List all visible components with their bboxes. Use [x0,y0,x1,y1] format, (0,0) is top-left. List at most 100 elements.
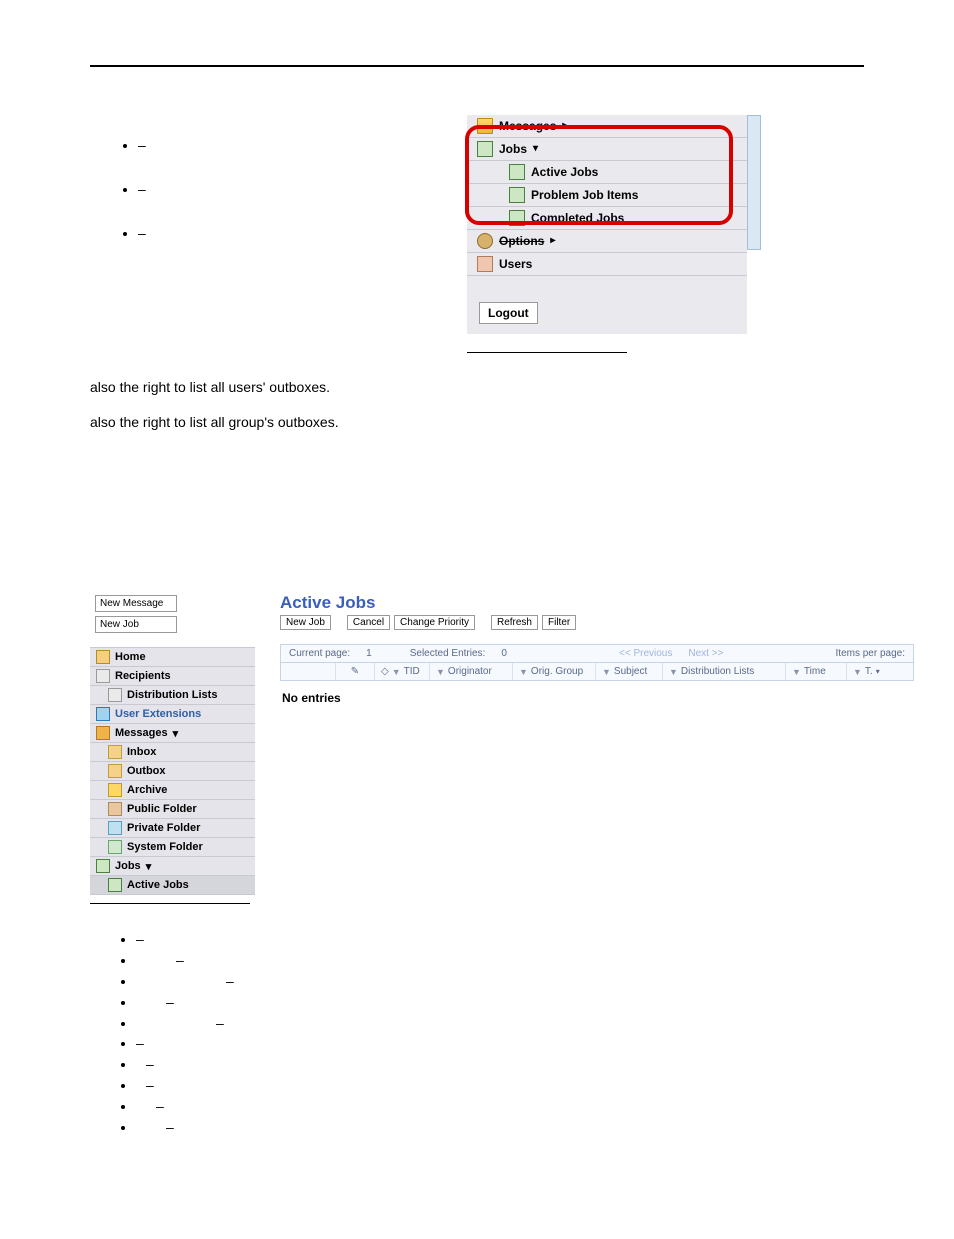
jobs-tree-screenshot: Messages ▸ Jobs ▾ Active Jobs Problem Jo… [467,115,747,334]
sidebar: New Message New Job Home Recipients Dist… [90,593,255,895]
menu-messages-label: Messages [115,727,168,739]
menu-messages[interactable]: Messages ▾ [90,724,255,743]
jobs-icon [509,210,525,226]
toolbar-filter[interactable]: Filter [542,615,576,630]
tree-messages[interactable]: Messages ▸ [467,115,747,138]
tree-completed-jobs[interactable]: Completed Jobs [467,207,747,230]
lb-7: – [136,1055,864,1074]
home-icon [96,650,110,664]
top-bullets: – – – [114,137,454,269]
menu-active-jobs[interactable]: Active Jobs [90,876,255,895]
scrollbar[interactable] [747,115,761,250]
col-subject[interactable]: ▼ Subject [595,663,662,680]
menu-private-folder-label: Private Folder [127,822,200,834]
menu-recipients[interactable]: Recipients [90,667,255,686]
tree-active-jobs[interactable]: Active Jobs [467,161,747,184]
logout-button[interactable]: Logout [479,302,538,324]
dash: – [166,994,174,1010]
current-page-label: Current page: [289,648,350,659]
toolbar: New Job Cancel Change Priority Refresh F… [280,615,914,630]
col-originator[interactable]: ▼ Originator [429,663,512,680]
lists-icon [108,688,122,702]
para-users-outboxes: also the right to list all users' outbox… [90,377,864,398]
toolbar-refresh[interactable]: Refresh [491,615,538,630]
pager-next[interactable]: Next >> [688,648,723,659]
tree-active-jobs-label: Active Jobs [531,165,598,179]
col-status-icon[interactable]: ✎ [335,663,374,680]
lb-1: – [136,930,864,949]
menu-private-folder[interactable]: Private Folder [90,819,255,838]
menu-home[interactable]: Home [90,648,255,667]
lb-3: – [136,972,864,991]
gear-icon [477,233,493,249]
tree-messages-label: Messages [499,119,556,133]
dash: – [136,931,144,947]
col-subject-label: Subject [614,666,647,677]
filter-icon: ▼ [792,667,801,677]
filter-icon: ▼ [669,667,678,677]
menu-system-folder-label: System Folder [127,841,203,853]
lb-8: – [136,1076,864,1095]
chevron-right-icon: ▸ [550,235,555,246]
menu-public-folder[interactable]: Public Folder [90,800,255,819]
lb-2: – [136,951,864,970]
menu-outbox[interactable]: Outbox [90,762,255,781]
dash: – [156,1098,164,1114]
outbox-icon [108,764,122,778]
toolbar-new-job[interactable]: New Job [280,615,331,630]
menu-system-folder[interactable]: System Folder [90,838,255,857]
tree-problem-jobs[interactable]: Problem Job Items [467,184,747,207]
page-title: Active Jobs [280,593,914,613]
new-message-button[interactable]: New Message [95,595,177,612]
menu-inbox[interactable]: Inbox [90,743,255,762]
col-t[interactable]: ▼ T. ▾ [846,663,893,680]
arrow-icon [96,707,110,721]
chevron-down-icon: ▾ [173,727,179,740]
items-per-page-label: Items per page: [836,648,905,659]
col-origgroup-label: Orig. Group [531,666,583,677]
lb-5: – [136,1014,864,1033]
col-time-label: Time [804,666,826,677]
dash: – [136,1035,144,1051]
lb-9: – [136,1097,864,1116]
new-job-button[interactable]: New Job [95,616,177,633]
toolbar-change-priority[interactable]: Change Priority [394,615,475,630]
main-pane: Active Jobs New Job Cancel Change Priori… [280,593,914,715]
col-distribution-lists[interactable]: ▼ Distribution Lists [662,663,785,680]
body-text: also the right to list all users' outbox… [90,377,864,433]
menu-outbox-label: Outbox [127,765,166,777]
private-folder-icon [108,821,122,835]
col-t-label: T. [865,666,873,677]
dash: – [226,973,234,989]
col-originator-label: Originator [448,666,492,677]
jobs-icon [108,878,122,892]
menu-user-extensions[interactable]: User Extensions [90,705,255,724]
folder-icon [477,118,493,134]
figure-active-jobs: New Message New Job Home Recipients Dist… [90,593,914,895]
pager-previous[interactable]: << Previous [619,648,672,659]
tree-jobs-label: Jobs [499,142,527,156]
col-tid-label: TID [404,666,420,677]
col-orig-group[interactable]: ▼ Orig. Group [512,663,595,680]
menu-distribution-lists[interactable]: Distribution Lists [90,686,255,705]
tree-users[interactable]: Users [467,253,747,276]
col-tid[interactable]: ◇ ▼ TID [374,663,429,680]
current-page-value: 1 [366,648,372,659]
col-checkbox[interactable] [281,663,335,680]
chevron-right-icon: ▸ [562,120,567,131]
menu-active-jobs-label: Active Jobs [127,879,189,891]
toolbar-cancel[interactable]: Cancel [347,615,390,630]
chevron-down-icon: ▾ [876,667,880,676]
envelope-icon [96,726,110,740]
tree-jobs[interactable]: Jobs ▾ [467,138,747,161]
menu-archive[interactable]: Archive [90,781,255,800]
menu-public-folder-label: Public Folder [127,803,197,815]
tree-options[interactable]: Options ▸ [467,230,747,253]
public-folder-icon [108,802,122,816]
menu-jobs[interactable]: Jobs ▾ [90,857,255,876]
filter-icon: ▼ [436,667,445,677]
col-time[interactable]: ▼ Time [785,663,846,680]
tree-users-label: Users [499,257,532,271]
jobs-icon [477,141,493,157]
dash: – [138,225,146,241]
